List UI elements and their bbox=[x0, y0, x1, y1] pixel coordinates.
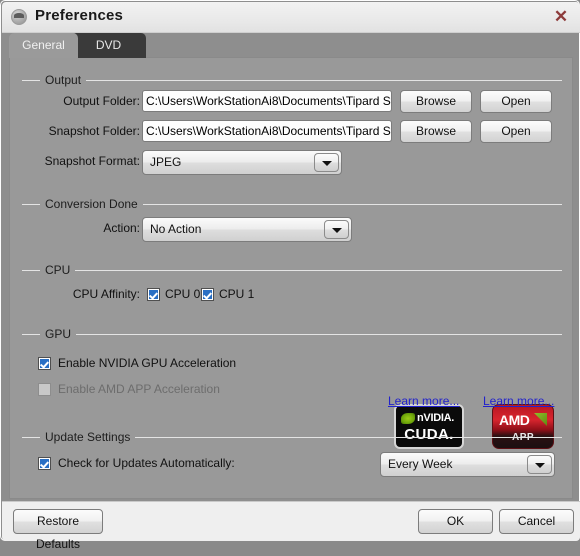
preferences-dialog: Preferences ✕ DVD General Output Output … bbox=[0, 0, 580, 551]
ok-button[interactable]: OK bbox=[418, 509, 493, 534]
snapshot-folder-browse-button[interactable]: Browse bbox=[400, 120, 472, 143]
update-frequency-select[interactable]: Every Week bbox=[380, 452, 555, 477]
nvidia-acceleration-checkbox[interactable] bbox=[38, 357, 51, 370]
nvidia-learn-more-link[interactable]: Learn more... bbox=[388, 394, 459, 408]
nvidia-eye-icon bbox=[401, 413, 415, 424]
nvidia-brand-text: nVIDIA. bbox=[417, 412, 455, 424]
update-frequency-value: Every Week bbox=[388, 457, 453, 471]
amd-acceleration-label: Enable AMD APP Acceleration bbox=[58, 382, 220, 396]
group-update-settings-label: Update Settings bbox=[40, 430, 136, 444]
snapshot-folder-label: Snapshot Folder: bbox=[48, 124, 140, 138]
app-globe-icon bbox=[11, 9, 27, 25]
tab-general[interactable]: General bbox=[9, 33, 78, 58]
cpu1-label[interactable]: CPU 1 bbox=[219, 287, 254, 301]
check-updates-checkbox[interactable] bbox=[38, 457, 51, 470]
output-folder-input[interactable]: C:\Users\WorkStationAi8\Documents\Tipard… bbox=[142, 90, 392, 112]
nvidia-cuda-badge: nVIDIA. CUDA. bbox=[394, 404, 464, 449]
snapshot-folder-input[interactable]: C:\Users\WorkStationAi8\Documents\Tipard… bbox=[142, 120, 392, 142]
cpu0-checkbox[interactable] bbox=[147, 288, 160, 301]
window-title: Preferences bbox=[35, 7, 124, 24]
tab-dvd[interactable]: DVD bbox=[71, 33, 146, 58]
chevron-down-icon[interactable] bbox=[324, 220, 349, 239]
action-label: Action: bbox=[103, 221, 140, 235]
group-output-label: Output bbox=[40, 73, 87, 87]
cpu1-checkbox[interactable] bbox=[201, 288, 214, 301]
output-folder-label: Output Folder: bbox=[63, 94, 140, 108]
snapshot-folder-open-button[interactable]: Open bbox=[480, 120, 552, 143]
chevron-down-icon[interactable] bbox=[527, 455, 552, 474]
nvidia-product-text: CUDA. bbox=[404, 426, 454, 443]
action-select[interactable]: No Action bbox=[142, 217, 352, 242]
amd-learn-more-link[interactable]: Learn more... bbox=[483, 394, 554, 408]
cancel-button[interactable]: Cancel bbox=[499, 509, 574, 534]
check-updates-label[interactable]: Check for Updates Automatically: bbox=[58, 456, 235, 470]
group-cpu-label: CPU bbox=[40, 263, 76, 277]
output-folder-open-button[interactable]: Open bbox=[480, 90, 552, 113]
title-bar: Preferences ✕ bbox=[2, 2, 580, 33]
close-icon[interactable]: ✕ bbox=[548, 5, 574, 29]
group-conversion-done-label: Conversion Done bbox=[40, 197, 143, 211]
group-divider bbox=[22, 80, 562, 81]
cpu0-label[interactable]: CPU 0 bbox=[165, 287, 200, 301]
group-divider bbox=[22, 334, 562, 335]
group-divider bbox=[22, 270, 562, 271]
tab-strip: DVD General bbox=[9, 33, 573, 58]
restore-defaults-button[interactable]: Restore Defaults bbox=[13, 509, 103, 551]
snapshot-format-value: JPEG bbox=[150, 155, 182, 169]
dialog-footer: Restore Defaults OK Cancel bbox=[2, 502, 580, 551]
chevron-down-icon[interactable] bbox=[314, 153, 339, 172]
group-gpu-label: GPU bbox=[40, 327, 77, 341]
snapshot-format-label: Snapshot Format: bbox=[44, 154, 140, 168]
nvidia-acceleration-label[interactable]: Enable NVIDIA GPU Acceleration bbox=[58, 356, 236, 370]
general-tab-panel: Output Output Folder: C:\Users\WorkStati… bbox=[9, 57, 573, 499]
amd-acceleration-checkbox bbox=[38, 383, 51, 396]
snapshot-format-select[interactable]: JPEG bbox=[142, 150, 342, 175]
cpu-affinity-label: CPU Affinity: bbox=[72, 287, 140, 301]
output-folder-browse-button[interactable]: Browse bbox=[400, 90, 472, 113]
amd-arrow-icon bbox=[534, 413, 547, 426]
amd-app-badge: AMD APP bbox=[492, 404, 554, 449]
action-value: No Action bbox=[150, 222, 202, 236]
amd-brand-text: AMD bbox=[499, 412, 530, 428]
